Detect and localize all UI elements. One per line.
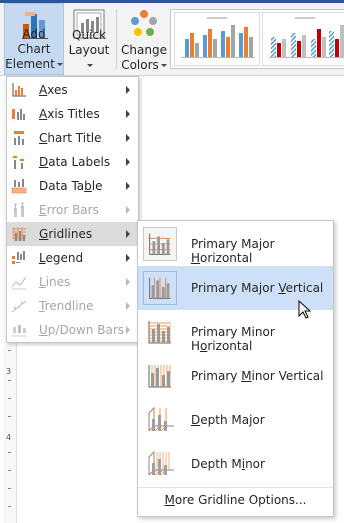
chevron-right-icon	[126, 182, 130, 190]
menu-item-label: Data Labels	[39, 155, 111, 169]
menu-item-lines: Lines	[7, 270, 138, 294]
depth-minor-icon	[148, 450, 174, 476]
chevron-right-icon	[126, 302, 130, 310]
add-chart-element-line2: Element	[5, 57, 55, 71]
chevron-down-icon	[160, 64, 167, 67]
ruler-tick	[8, 470, 11, 471]
menu-item-error-bars: Error Bars	[7, 198, 138, 222]
primary-minor-vertical-icon	[148, 365, 171, 388]
chart-style-1-icon	[181, 17, 255, 58]
submenu-item-depth-minor[interactable]: Depth Minor	[138, 442, 333, 486]
ruler-tick	[8, 452, 11, 453]
data-labels-icon	[13, 156, 24, 169]
submenu-item-label: Primary Major Vertical	[191, 281, 324, 295]
depth-major-icon	[148, 406, 174, 432]
more-gridline-options-link[interactable]: More Gridline Options...	[138, 487, 333, 512]
change-colors-button[interactable]: Change Colors	[120, 3, 168, 75]
menu-item-axis-titles[interactable]: Axis Titles	[7, 102, 138, 126]
submenu-item-primary-major-horizontal[interactable]: Primary Major Horizontal	[138, 222, 333, 266]
menu-item-data-labels[interactable]: Data Labels	[7, 150, 138, 174]
submenu-item-label: Primary Minor Horizontal	[191, 325, 275, 353]
ruler-number: 3	[6, 367, 12, 376]
lines-icon	[11, 276, 27, 290]
menu-item-chart-title[interactable]: Chart Title	[7, 126, 138, 150]
chevron-right-icon	[126, 134, 130, 142]
ribbon-separator	[116, 9, 117, 69]
menu-item-label: Axes	[39, 83, 68, 97]
menu-item-label: Data Table	[39, 179, 103, 193]
data-table-icon	[11, 179, 27, 194]
chart-style-thumbnail-2[interactable]	[262, 12, 344, 66]
chevron-right-icon	[126, 326, 130, 334]
chart-styles-gallery	[170, 9, 344, 69]
chevron-right-icon	[126, 158, 130, 166]
primary-minor-horizontal-icon	[148, 321, 171, 344]
menu-item-legend[interactable]: Legend	[7, 246, 138, 270]
primary-major-horizontal-icon	[143, 227, 177, 261]
submenu-item-label: Depth Major	[191, 413, 265, 427]
ruler-tick	[8, 416, 11, 417]
chart-style-2-icon	[269, 17, 344, 58]
error-bars-icon	[14, 202, 24, 217]
chevron-right-icon	[126, 86, 130, 94]
ruler-tick	[8, 488, 11, 489]
up-down-bars-icon	[12, 325, 26, 337]
submenu-item-primary-minor-vertical[interactable]: Primary Minor Vertical	[138, 354, 333, 398]
submenu-item-label: Depth Minor	[191, 457, 265, 471]
menu-item-axes[interactable]: Axes	[7, 78, 138, 102]
legend-icon	[12, 251, 25, 264]
add-chart-element-line1: Add Chart	[17, 27, 51, 56]
mouse-cursor-icon	[298, 300, 312, 319]
chevron-right-icon	[126, 254, 130, 262]
ribbon: Add Chart Element Quick Layout Change Co…	[0, 3, 344, 76]
ruler-tick	[8, 506, 11, 507]
menu-item-label: Chart Title	[39, 131, 102, 145]
trendline-icon	[11, 300, 27, 313]
menu-item-label: Up/Down Bars	[39, 323, 125, 337]
add-chart-element-menu: Axes Axis Titles Chart Title Data Labels…	[6, 76, 139, 343]
ruler-tick	[8, 398, 11, 399]
menu-item-label: Trendline	[39, 299, 94, 313]
chevron-right-icon	[126, 110, 130, 118]
chevron-right-icon	[126, 230, 130, 238]
menu-item-label: Error Bars	[39, 203, 99, 217]
primary-major-vertical-icon	[143, 271, 177, 305]
menu-item-up-down-bars: Up/Down Bars	[7, 318, 138, 342]
change-colors-icon	[131, 10, 157, 36]
menu-item-label: Legend	[39, 251, 84, 265]
axes-icon	[12, 83, 26, 97]
ruler-number: 4	[6, 433, 12, 442]
menu-item-label: Axis Titles	[39, 107, 100, 121]
chart-style-thumbnail-1[interactable]	[174, 12, 260, 66]
menu-item-gridlines[interactable]: Gridlines	[7, 222, 138, 246]
change-colors-line1: Change	[121, 43, 167, 57]
menu-item-data-table[interactable]: Data Table	[7, 174, 138, 198]
chevron-right-icon	[126, 278, 130, 286]
quick-layout-line1: Quick	[72, 28, 106, 42]
submenu-item-label: Primary Minor Vertical	[191, 369, 324, 383]
gridlines-submenu: Primary Major Horizontal Primary Major V…	[137, 220, 334, 517]
gridlines-icon	[12, 227, 26, 241]
chart-title-icon	[14, 131, 24, 145]
submenu-item-label: Primary Major Horizontal	[191, 237, 275, 265]
submenu-item-depth-major[interactable]: Depth Major	[138, 398, 333, 442]
chevron-down-icon	[87, 64, 93, 67]
quick-layout-button[interactable]: Quick Layout	[66, 3, 112, 75]
ruler-tick	[8, 380, 11, 381]
menu-item-label: Lines	[39, 275, 71, 289]
quick-layout-line2: Layout	[68, 43, 110, 57]
axis-titles-icon	[12, 109, 25, 120]
chevron-right-icon	[126, 206, 130, 214]
menu-item-trendline: Trendline	[7, 294, 138, 318]
add-chart-element-button[interactable]: Add Chart Element	[4, 3, 64, 75]
menu-item-label: Gridlines	[39, 227, 93, 241]
chevron-down-icon	[56, 63, 63, 66]
ruler-tick	[8, 350, 11, 351]
change-colors-line2: Colors	[121, 58, 159, 72]
